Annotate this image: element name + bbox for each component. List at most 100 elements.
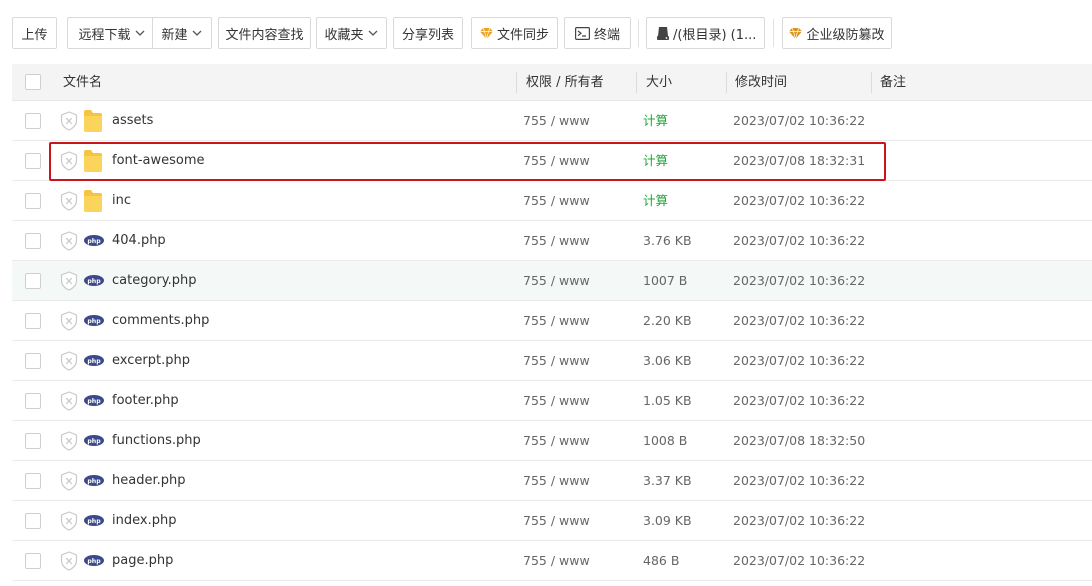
path-disk-button[interactable]: /(根目录) (1... — [646, 17, 765, 49]
header-filename[interactable]: 文件名 — [63, 64, 102, 101]
row-checkbox[interactable] — [25, 513, 41, 529]
table-row[interactable]: php index.php 755 / www 3.09 KB 2023/07/02 1… — [12, 501, 1092, 541]
table-row[interactable]: php category.php 755 / www 1007 B 2023/07/02… — [12, 261, 1092, 301]
path-label: /(根目录) (1... — [673, 27, 757, 43]
shield-x-icon[interactable] — [60, 111, 78, 131]
permission-owner[interactable]: 755 / www — [523, 221, 590, 260]
calculate-size-link[interactable]: 计算 — [643, 181, 668, 220]
calculate-size-link[interactable]: 计算 — [643, 141, 668, 180]
calculate-size-link[interactable]: 计算 — [643, 101, 668, 140]
permission-owner[interactable]: 755 / www — [523, 461, 590, 500]
file-name-link[interactable]: inc — [112, 181, 131, 220]
table-row[interactable]: php functions.php 755 / www 1008 B 2023/07/0… — [12, 421, 1092, 461]
row-checkbox[interactable] — [25, 313, 41, 329]
modified-time: 2023/07/02 10:36:22 — [733, 393, 866, 408]
file-table: 文件名 权限 / 所有者 大小 修改时间 备注 assets 755 / www 计… — [12, 64, 1092, 581]
terminal-button[interactable]: 终端 — [564, 17, 631, 49]
table-row[interactable]: php page.php 755 / www 486 B 2023/07/02 10:3… — [12, 541, 1092, 581]
folder-icon — [84, 190, 102, 212]
new-button[interactable]: 新建 — [152, 17, 212, 49]
file-name-link[interactable]: excerpt.php — [112, 341, 190, 380]
row-checkbox[interactable] — [25, 193, 41, 209]
table-row[interactable]: assets 755 / www 计算 2023/07/02 10:36:22 — [12, 101, 1092, 141]
row-checkbox[interactable] — [25, 433, 41, 449]
shield-x-icon[interactable] — [60, 191, 78, 211]
row-checkbox[interactable] — [25, 153, 41, 169]
permission-owner[interactable]: 755 / www — [523, 301, 590, 340]
diamond-icon — [479, 27, 493, 39]
permission-owner[interactable]: 755 / www — [523, 101, 590, 140]
share-list-button[interactable]: 分享列表 — [393, 17, 463, 49]
table-row[interactable]: font-awesome 755 / www 计算 2023/07/08 18:32:… — [12, 141, 1092, 181]
row-checkbox[interactable] — [25, 393, 41, 409]
table-row[interactable]: php footer.php 755 / www 1.05 KB 2023/07/02 … — [12, 381, 1092, 421]
php-file-icon: php — [84, 355, 104, 366]
shield-x-icon[interactable] — [60, 551, 78, 571]
file-size: 1007 B — [643, 273, 688, 288]
file-name-link[interactable]: comments.php — [112, 301, 209, 340]
file-name-link[interactable]: assets — [112, 101, 153, 140]
row-checkbox[interactable] — [25, 233, 41, 249]
select-all-checkbox[interactable] — [25, 74, 41, 90]
enterprise-tamper-button[interactable]: 企业级防篡改 — [782, 17, 892, 49]
file-name-link[interactable]: header.php — [112, 461, 185, 500]
header-size[interactable]: 大小 — [646, 64, 672, 101]
header-remark[interactable]: 备注 — [880, 64, 906, 101]
enterprise-tamper-label: 企业级防篡改 — [806, 27, 885, 43]
table-header: 文件名 权限 / 所有者 大小 修改时间 备注 — [12, 64, 1092, 101]
shield-x-icon[interactable] — [60, 351, 78, 371]
file-name-link[interactable]: category.php — [112, 261, 196, 300]
permission-owner[interactable]: 755 / www — [523, 181, 590, 220]
file-name-link[interactable]: index.php — [112, 501, 176, 540]
shield-x-icon[interactable] — [60, 151, 78, 171]
file-name-link[interactable]: page.php — [112, 541, 173, 580]
file-name-link[interactable]: functions.php — [112, 421, 201, 460]
permission-owner[interactable]: 755 / www — [523, 421, 590, 460]
table-row[interactable]: php header.php 755 / www 3.37 KB 2023/07/02 … — [12, 461, 1092, 501]
upload-button[interactable]: 上传 — [12, 17, 57, 49]
modified-time: 2023/07/02 10:36:22 — [733, 193, 866, 208]
svg-text:php: php — [87, 278, 101, 285]
header-perm-owner[interactable]: 权限 / 所有者 — [526, 64, 604, 101]
permission-owner[interactable]: 755 / www — [523, 141, 590, 180]
file-name-link[interactable]: footer.php — [112, 381, 179, 420]
content-search-button[interactable]: 文件内容查找 — [218, 17, 311, 49]
php-file-icon: php — [84, 475, 104, 486]
disk-icon — [657, 26, 669, 40]
permission-owner[interactable]: 755 / www — [523, 261, 590, 300]
svg-text:php: php — [87, 438, 101, 445]
table-row[interactable]: php 404.php 755 / www 3.76 KB 2023/07/02 10:… — [12, 221, 1092, 261]
row-checkbox[interactable] — [25, 273, 41, 289]
shield-x-icon[interactable] — [60, 391, 78, 411]
shield-x-icon[interactable] — [60, 511, 78, 531]
column-divider — [726, 72, 727, 93]
permission-owner[interactable]: 755 / www — [523, 501, 590, 540]
table-row[interactable]: php excerpt.php 755 / www 3.06 KB 2023/07/02… — [12, 341, 1092, 381]
shield-x-icon[interactable] — [60, 431, 78, 451]
column-divider — [636, 72, 637, 93]
file-name-link[interactable]: font-awesome — [112, 141, 205, 180]
svg-text:php: php — [87, 238, 101, 245]
permission-owner[interactable]: 755 / www — [523, 541, 590, 580]
php-file-icon: php — [84, 435, 104, 446]
chevron-down-icon — [192, 30, 201, 36]
remote-download-button[interactable]: 远程下载 — [67, 17, 157, 49]
shield-x-icon[interactable] — [60, 471, 78, 491]
modified-time: 2023/07/08 18:32:31 — [733, 153, 866, 168]
row-checkbox[interactable] — [25, 473, 41, 489]
file-sync-button[interactable]: 文件同步 — [471, 17, 558, 49]
row-checkbox[interactable] — [25, 353, 41, 369]
permission-owner[interactable]: 755 / www — [523, 341, 590, 380]
shield-x-icon[interactable] — [60, 311, 78, 331]
favorites-label: 收藏夹 — [324, 27, 364, 43]
favorites-button[interactable]: 收藏夹 — [316, 17, 387, 49]
shield-x-icon[interactable] — [60, 271, 78, 291]
shield-x-icon[interactable] — [60, 231, 78, 251]
row-checkbox[interactable] — [25, 113, 41, 129]
file-name-link[interactable]: 404.php — [112, 221, 166, 260]
permission-owner[interactable]: 755 / www — [523, 381, 590, 420]
row-checkbox[interactable] — [25, 553, 41, 569]
table-row[interactable]: php comments.php 755 / www 2.20 KB 2023/07/0… — [12, 301, 1092, 341]
table-row[interactable]: inc 755 / www 计算 2023/07/02 10:36:22 — [12, 181, 1092, 221]
header-modified[interactable]: 修改时间 — [735, 64, 787, 101]
